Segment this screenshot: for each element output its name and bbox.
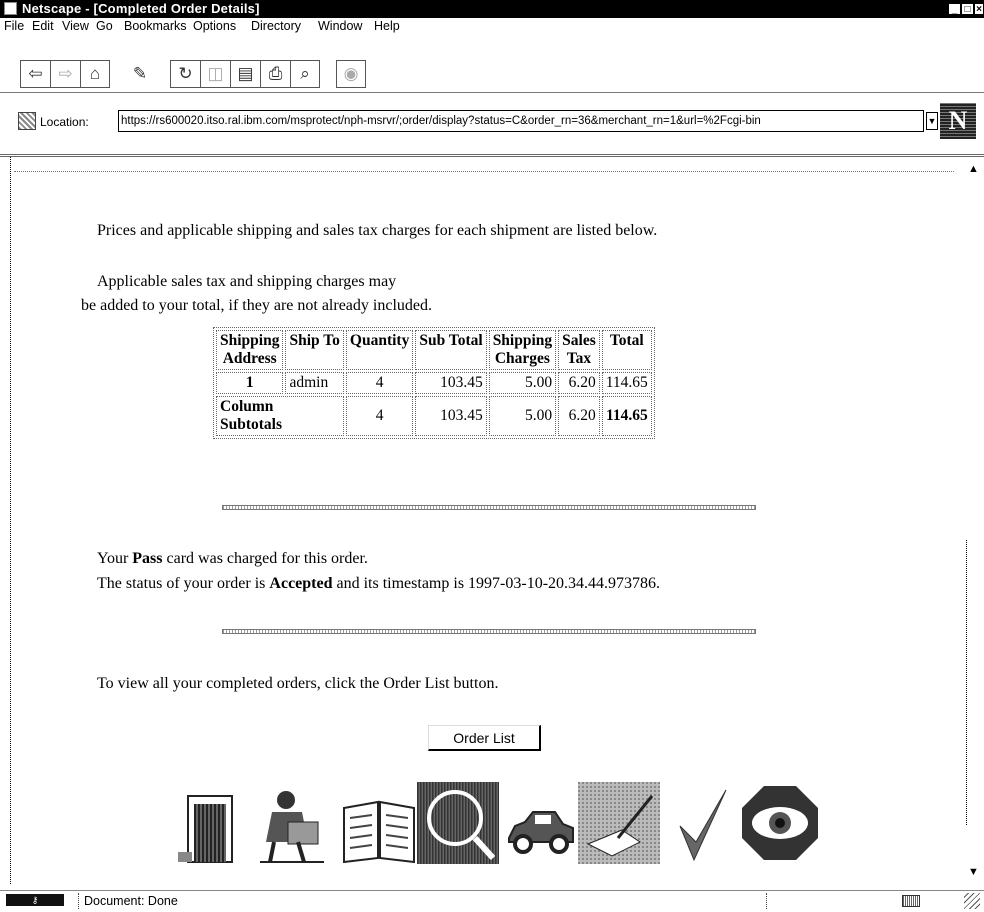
header-shipping-charges: Shipping Charges: [488, 330, 557, 370]
status-bar: ⚷ Document: Done: [0, 890, 984, 912]
payment-prefix: Your: [97, 550, 129, 567]
back-icon[interactable]: ⇦: [20, 60, 50, 88]
frame-left-border: [10, 157, 11, 884]
cell-sub-total: 103.45: [415, 372, 487, 394]
status-divider: [766, 893, 767, 909]
cell-subtotal-quantity: 4: [345, 396, 414, 436]
menu-view[interactable]: View: [62, 19, 89, 33]
header-ship-to: Ship To: [285, 330, 344, 370]
cell-address: 1: [216, 372, 284, 394]
frame-top-rule: [14, 171, 954, 172]
close-button[interactable]: ×: [974, 3, 984, 15]
open-icon[interactable]: ▤: [230, 60, 260, 88]
status-middle: and its timestamp is: [336, 575, 465, 592]
status-timestamp: 1997-03-10-20.34.44.973786.: [468, 575, 661, 592]
header-quantity: Quantity: [345, 330, 414, 370]
resize-grip-icon[interactable]: [964, 893, 980, 909]
home-icon[interactable]: ⌂: [80, 60, 110, 88]
window-title: Netscape - [Completed Order Details]: [22, 1, 260, 16]
cell-total: 114.65: [601, 372, 652, 394]
cell-subtotal-total: 114.65: [601, 396, 652, 436]
cell-subtotal-tax: 6.20: [558, 396, 600, 436]
tax-note-line1: Applicable sales tax and shipping charge…: [97, 273, 397, 290]
menu-file[interactable]: File: [4, 19, 24, 33]
payment-card: Pass: [132, 550, 163, 567]
cell-subtotal-shipping: 5.00: [488, 396, 557, 436]
checkmark-icon[interactable]: [672, 782, 732, 864]
header-total: Total: [601, 330, 652, 370]
cell-tax: 6.20: [558, 372, 600, 394]
table-header-row: Shipping Address Ship To Quantity Sub Tot…: [216, 330, 652, 370]
payment-text: Your Pass card was charged for this orde…: [97, 550, 368, 568]
catalog-book-icon[interactable]: [340, 782, 418, 864]
maximize-button[interactable]: □: [961, 3, 974, 15]
status-divider: [78, 893, 79, 909]
order-list-instructions: To view all your completed orders, click…: [97, 675, 499, 692]
print-icon[interactable]: ⎙: [260, 60, 290, 88]
menu-bar: File Edit View Go Bookmarks Options Dire…: [0, 18, 984, 36]
minimize-button[interactable]: _: [948, 3, 961, 15]
cell-ship-to: admin: [285, 372, 344, 394]
netscape-logo[interactable]: N: [940, 103, 976, 139]
mail-icon[interactable]: [902, 895, 920, 907]
url-input[interactable]: https://rs600020.itso.ral.ibm.com/msprot…: [118, 110, 924, 132]
table-row: 1 admin 4 103.45 5.00 6.20 114.65: [216, 372, 652, 394]
menu-go[interactable]: Go: [96, 19, 113, 33]
cell-subtotal-label: Column Subtotals: [216, 396, 344, 436]
images-icon[interactable]: ◫: [200, 60, 230, 88]
forward-icon[interactable]: ⇨: [50, 60, 80, 88]
intro-text: Prices and applicable shipping and sales…: [97, 222, 658, 239]
scroll-up-arrow[interactable]: ▲: [968, 163, 979, 175]
order-status-text: The status of your order is Accepted and…: [97, 575, 660, 593]
status-value: Accepted: [269, 575, 333, 592]
scroll-down-arrow[interactable]: ▼: [968, 866, 979, 878]
status-text: Document: Done: [84, 894, 178, 908]
order-list-button[interactable]: Order List: [428, 725, 541, 751]
vertical-scrollbar[interactable]: [966, 540, 967, 825]
menu-bookmarks[interactable]: Bookmarks: [124, 19, 187, 33]
toolbar: ⇦ ⇨ ⌂ ✎ ↻ ◫ ▤ ⎙ ⌕ ◉: [0, 38, 984, 93]
cell-shipping: 5.00: [488, 372, 557, 394]
reload-icon[interactable]: ↻: [170, 60, 200, 88]
menu-window[interactable]: Window: [318, 19, 362, 33]
netscape-window-icon[interactable]: [4, 2, 17, 15]
cell-quantity: 4: [345, 372, 414, 394]
location-bar: Location: https://rs600020.itso.ral.ibm.…: [0, 94, 984, 157]
store-door-icon[interactable]: [170, 782, 250, 864]
location-label: Location:: [40, 115, 89, 129]
edit-icon[interactable]: ✎: [125, 60, 155, 88]
bookmark-page-icon[interactable]: [18, 112, 36, 130]
menu-options[interactable]: Options: [193, 19, 236, 33]
table-subtotal-row: Column Subtotals 4 103.45 5.00 6.20 114.6…: [216, 396, 652, 436]
signing-hand-icon[interactable]: [578, 782, 660, 864]
header-sales-tax: Sales Tax: [558, 330, 600, 370]
cell-subtotal-sub-total: 103.45: [415, 396, 487, 436]
payment-suffix: card was charged for this order.: [166, 550, 368, 567]
order-summary-table: Shipping Address Ship To Quantity Sub Tot…: [213, 327, 655, 439]
stop-icon[interactable]: ◉: [336, 60, 366, 88]
header-shipping-address: Shipping Address: [216, 330, 284, 370]
divider-1: [222, 505, 756, 510]
divider-2: [222, 629, 756, 634]
status-prefix: The status of your order is: [97, 575, 266, 592]
title-bar: Netscape - [Completed Order Details] _ □…: [0, 0, 984, 18]
delivery-car-icon[interactable]: [505, 782, 577, 864]
url-dropdown-arrow[interactable]: ▼: [926, 112, 938, 130]
menu-directory[interactable]: Directory: [251, 19, 301, 33]
search-magnifier-icon[interactable]: [417, 782, 499, 864]
find-icon[interactable]: ⌕: [290, 60, 320, 88]
shopper-icon[interactable]: [252, 782, 330, 864]
security-key-icon[interactable]: ⚷: [6, 894, 64, 906]
tax-note-line2: be added to your total, if they are not …: [81, 297, 432, 314]
menu-help[interactable]: Help: [374, 19, 400, 33]
header-sub-total: Sub Total: [415, 330, 487, 370]
menu-edit[interactable]: Edit: [32, 19, 54, 33]
eye-icon[interactable]: [738, 782, 822, 864]
